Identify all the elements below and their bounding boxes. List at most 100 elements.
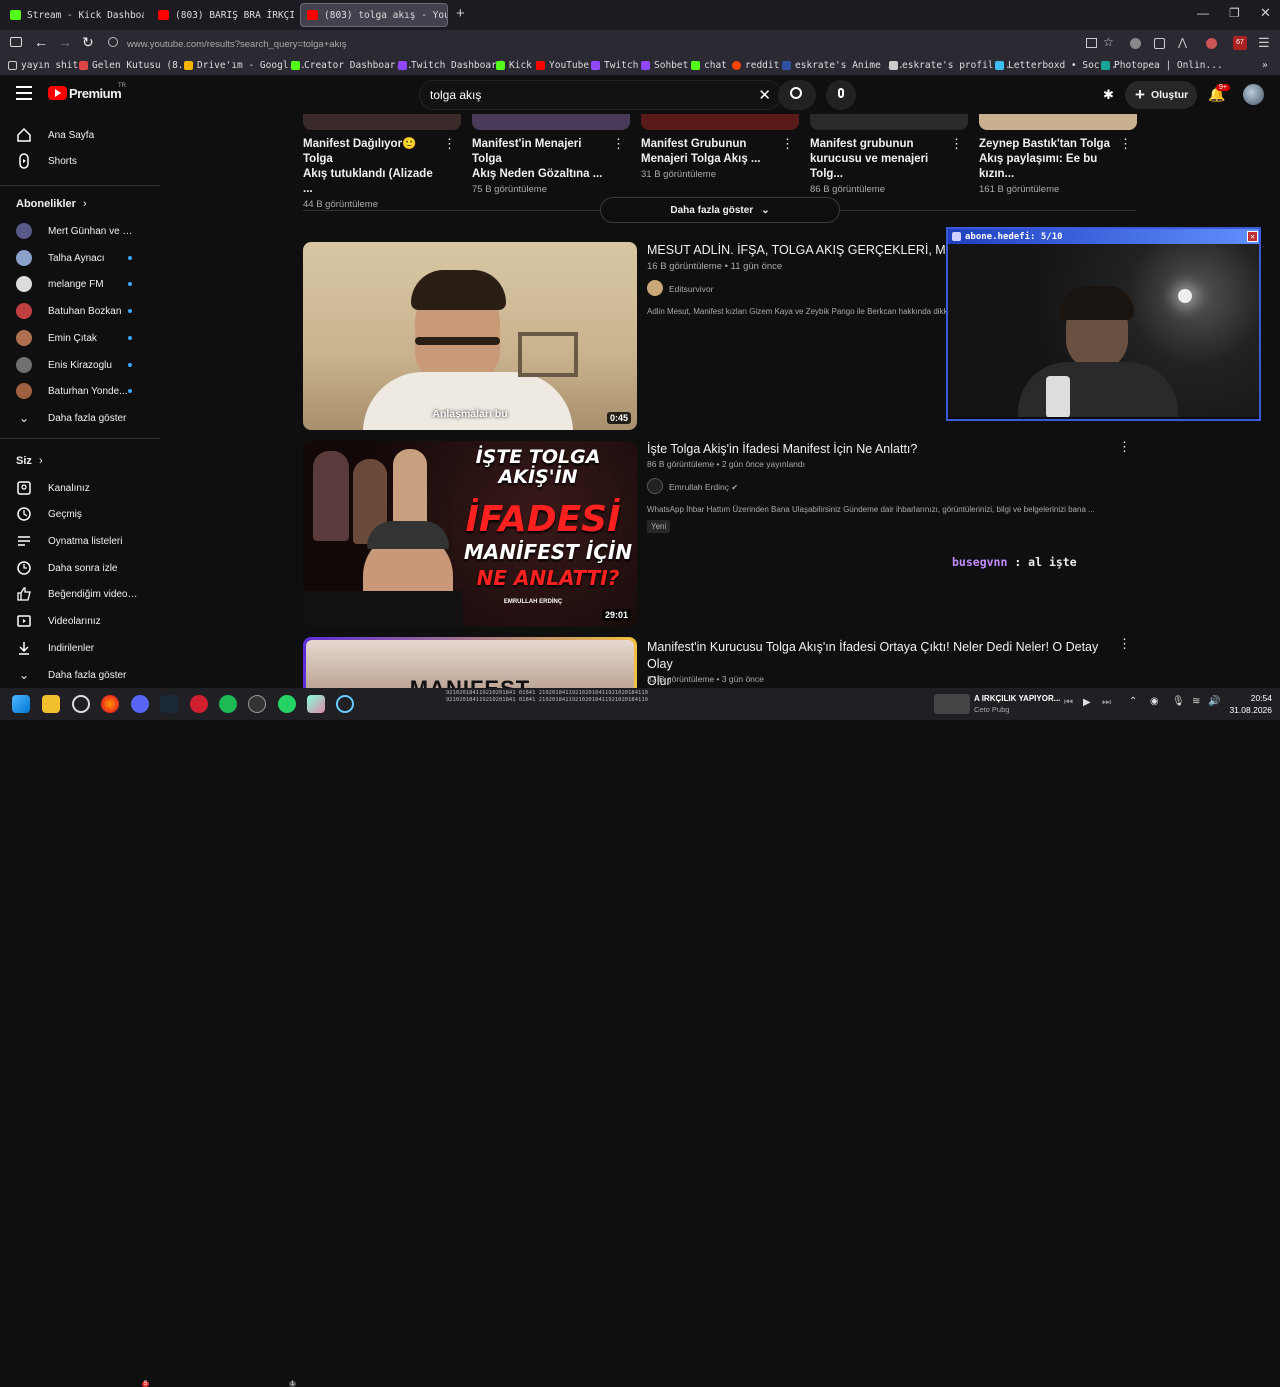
forward-button[interactable]: →: [58, 34, 72, 50]
sidebar-show-more-you[interactable]: ⌄ Daha fazla göster: [0, 662, 160, 688]
close-icon[interactable]: ✕: [1247, 231, 1258, 242]
new-tab-button[interactable]: +: [456, 5, 465, 22]
sidebar-item-watch-later[interactable]: Daha sonra izle: [0, 555, 160, 581]
tab-tolga-akis[interactable]: (803) tolga akış - YouT ✕: [300, 3, 448, 27]
sidebar-item-subscription[interactable]: Emin Çıtak: [0, 325, 160, 351]
sidebar-item-downloads[interactable]: İndirilenler: [0, 635, 160, 661]
show-more-button[interactable]: Daha fazla göster ⌄: [600, 197, 840, 223]
sidebar-item-subscription[interactable]: Enis Kirazoglu: [0, 352, 160, 378]
obs-icon[interactable]: [72, 695, 90, 713]
short-card[interactable]: Manifest Dağılıyor🙂 Tolga Akış tutukland…: [303, 137, 438, 210]
short-card[interactable]: Manifest'in Menajeri Tolga Akış Neden Gö…: [472, 137, 607, 195]
discord-icon[interactable]: [131, 695, 149, 713]
sidebar-show-more-subs[interactable]: ⌄ Daha fazla göster: [0, 405, 160, 431]
bookmarks-overflow-icon[interactable]: »: [1262, 60, 1268, 71]
play-icon[interactable]: ▶: [1083, 697, 1091, 708]
more-options-icon[interactable]: ⋮: [443, 136, 456, 152]
previous-track-icon[interactable]: ⏮: [1064, 697, 1073, 708]
sidebar-item-home[interactable]: Ana Sayfa: [0, 122, 160, 148]
app-icon[interactable]: [336, 695, 354, 713]
sidebar-item-subscription[interactable]: Baturhan Yonde...: [0, 378, 160, 404]
subscriptions-heading[interactable]: Abonelikler ›: [16, 198, 87, 210]
bookmark-item[interactable]: Creator Dashboar...: [291, 60, 413, 71]
media-thumbnail[interactable]: [934, 694, 970, 714]
avatar[interactable]: [647, 478, 663, 494]
sidebar-item-your-channel[interactable]: Kanalınız: [0, 475, 160, 501]
short-card[interactable]: Manifest Grubunun Menajeri Tolga Akış ..…: [641, 137, 776, 180]
more-options-icon[interactable]: ⋮: [612, 136, 625, 152]
bookmark-item[interactable]: eskrate's profil...: [889, 60, 1011, 71]
youtube-premium-logo[interactable]: Premium: [69, 86, 122, 101]
app-icon[interactable]: [248, 695, 266, 713]
spotify-icon[interactable]: [219, 695, 237, 713]
windows-start-icon[interactable]: [12, 695, 30, 713]
bookmark-item[interactable]: Photopea | Onlin...: [1101, 60, 1223, 71]
profile-icon[interactable]: [1206, 38, 1217, 49]
short-card[interactable]: Zeynep Bastık'tan Tolga Akış paylaşımı: …: [979, 137, 1119, 195]
sidebar-item-subscription[interactable]: Mert Günhan ve Yiğ...: [0, 218, 160, 244]
sidebar-item-shorts[interactable]: Shorts: [0, 148, 160, 174]
bookmark-item[interactable]: Gelen Kutusu (8...: [79, 60, 195, 71]
back-button[interactable]: ←: [34, 34, 48, 50]
sidebar-item-playlists[interactable]: Oynatma listeleri: [0, 528, 160, 554]
minimize-button[interactable]: —: [1197, 6, 1209, 20]
reload-button[interactable]: ↻: [82, 34, 94, 51]
bookmark-item[interactable]: YouTube: [536, 60, 589, 71]
short-thumbnail[interactable]: [303, 114, 461, 130]
you-heading[interactable]: Siz ›: [16, 455, 43, 467]
next-track-icon[interactable]: ⏭: [1102, 697, 1111, 708]
ublock-icon[interactable]: 67: [1233, 36, 1247, 50]
bookmark-item[interactable]: chat: [691, 60, 727, 71]
more-options-icon[interactable]: ⋮: [950, 136, 963, 152]
extension-icon[interactable]: [1130, 38, 1141, 49]
bookmark-item[interactable]: Twitch Dashboard: [398, 60, 503, 71]
hamburger-menu-icon[interactable]: [16, 86, 32, 100]
bookmark-item[interactable]: Twitch: [591, 60, 638, 71]
sidebar-item-subscription[interactable]: Talha Aynacı: [0, 245, 160, 271]
bookmark-item[interactable]: Drive'ım - Googl...: [184, 60, 306, 71]
video-title[interactable]: İşte Tolga Akiş'in İfadesi Manifest İçin…: [647, 442, 917, 456]
voice-search-button[interactable]: [826, 80, 856, 110]
search-button[interactable]: [778, 80, 816, 110]
video-thumbnail[interactable]: Anlaşmaları bu 0:45: [303, 242, 637, 430]
network-icon[interactable]: ◉: [1150, 696, 1159, 707]
bookmark-item[interactable]: yayın shit: [8, 60, 78, 71]
avatar[interactable]: [647, 280, 663, 296]
cast-settings-icon[interactable]: ✱: [1103, 87, 1114, 103]
channel-name[interactable]: Editsurvivor: [669, 284, 713, 294]
short-thumbnail[interactable]: [810, 114, 968, 130]
sidebar-item-subscription[interactable]: Batuhan Bozkan: [0, 298, 160, 324]
account-icon[interactable]: ⋀: [1178, 36, 1187, 49]
microphone-icon[interactable]: 🎙: [1172, 696, 1185, 707]
search-input[interactable]: tolga akış ✕: [419, 80, 782, 110]
video-thumbnail[interactable]: MANIFEST: [303, 637, 637, 688]
clear-search-icon[interactable]: ✕: [758, 86, 771, 104]
bookmark-item[interactable]: Kick: [496, 60, 532, 71]
whatsapp-icon[interactable]: [278, 695, 296, 713]
wifi-icon[interactable]: ≋: [1192, 696, 1200, 707]
sidebar-item-liked[interactable]: Beğendiğim videolar: [0, 581, 160, 607]
more-options-icon[interactable]: ⋮: [1119, 136, 1132, 152]
tab-baris-bra[interactable]: (803) BARIŞ BRA İRKÇILI ✕: [152, 3, 294, 27]
app-icon[interactable]: [190, 695, 208, 713]
short-thumbnail[interactable]: [472, 114, 630, 130]
steam-icon[interactable]: [160, 695, 178, 713]
channel-name[interactable]: Emrullah Erdinç ✔: [669, 482, 738, 492]
short-thumbnail[interactable]: [979, 114, 1137, 130]
more-options-icon[interactable]: ⋮: [1118, 636, 1131, 652]
sidebar-item-subscription[interactable]: melange FM: [0, 271, 160, 297]
sidebar-item-your-videos[interactable]: Videolarınız: [0, 608, 160, 634]
video-title[interactable]: MESUT ADLİN. İFŞA, TOLGA AKIŞ GERÇEKLERİ…: [647, 243, 947, 257]
clock-date[interactable]: 31.08.2026: [1222, 705, 1272, 715]
file-explorer-icon[interactable]: [42, 695, 60, 713]
more-options-icon[interactable]: ⋮: [1118, 439, 1131, 455]
puzzle-icon[interactable]: [1154, 38, 1165, 49]
avatar[interactable]: [1243, 84, 1264, 105]
reader-view-icon[interactable]: [1086, 38, 1097, 48]
site-info-icon[interactable]: [108, 37, 118, 47]
bookmark-item[interactable]: Sohbet: [641, 60, 688, 71]
app-icon[interactable]: [307, 695, 325, 713]
tab-kick-dashboard[interactable]: Stream - Kick Dashboard ✕: [4, 3, 144, 27]
chevron-up-icon[interactable]: ⌃: [1129, 696, 1137, 707]
bookmark-item[interactable]: reddit: [732, 60, 779, 71]
